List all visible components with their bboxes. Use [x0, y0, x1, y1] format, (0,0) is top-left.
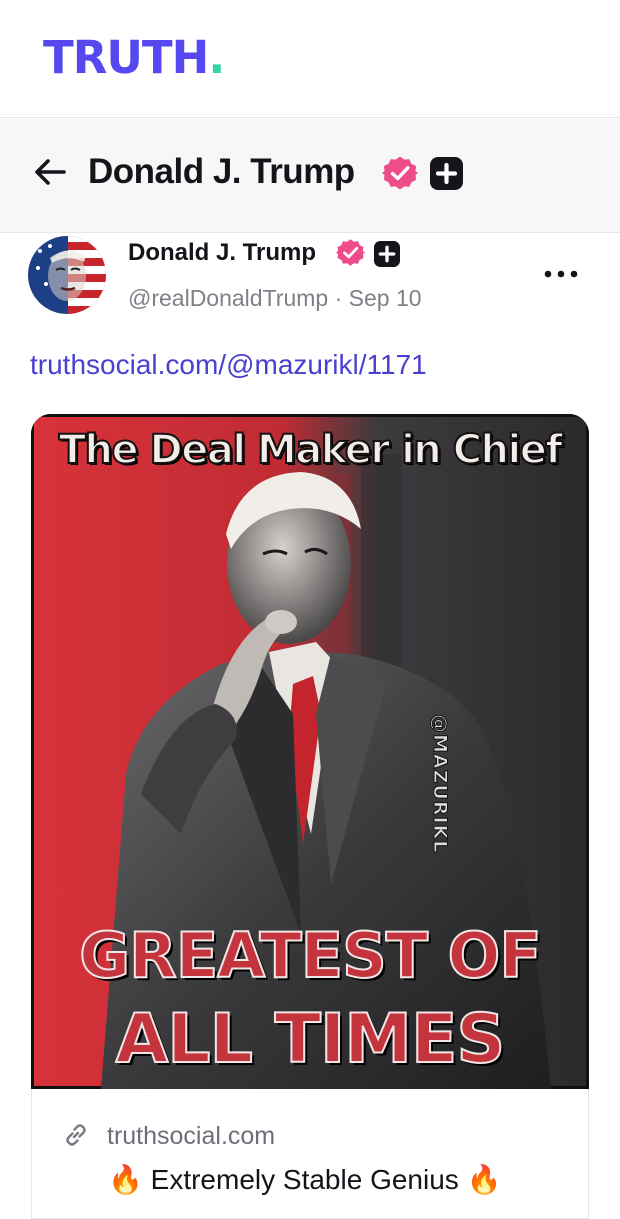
- more-horizontal-icon[interactable]: [541, 264, 581, 284]
- top-brand-bar: TRUTH.: [0, 0, 620, 118]
- image-caption-line-2: ALL TIMES: [115, 1000, 507, 1079]
- logo-dot: .: [208, 31, 225, 84]
- avatar[interactable]: [28, 236, 106, 314]
- truth-logo[interactable]: TRUTH.: [43, 31, 225, 84]
- image-title-text: The Deal Maker in Chief: [58, 426, 564, 474]
- image-caption-line-1: GREATEST OF: [78, 919, 542, 993]
- post-body-link[interactable]: truthsocial.com/@mazurikl/1171: [30, 347, 427, 383]
- truth-plus-icon: [430, 157, 463, 190]
- verified-badge-icon: [382, 156, 418, 190]
- meta-separator: ·: [334, 285, 343, 311]
- logo-text: TRUTH: [43, 31, 209, 84]
- truth-plus-icon: [374, 241, 400, 267]
- post-image[interactable]: The Deal Maker in Chief @MAZURIKL GREATE…: [31, 414, 589, 1089]
- arrow-left-icon[interactable]: [30, 152, 70, 192]
- author-name[interactable]: Donald J. Trump: [128, 238, 316, 268]
- link-icon: [66, 1124, 86, 1146]
- card-title[interactable]: 🔥 Extremely Stable Genius 🔥: [108, 1160, 501, 1200]
- post-date[interactable]: Sep 10: [349, 285, 422, 311]
- card-domain: truthsocial.com: [107, 1122, 276, 1150]
- image-watermark: @MAZURIKL: [429, 714, 452, 854]
- author-meta: @realDonaldTrump · Sep 10: [128, 283, 422, 313]
- verified-badge-icon: [336, 239, 365, 266]
- avatar-image: [28, 236, 106, 314]
- page-title: Donald J. Trump: [88, 152, 355, 191]
- author-handle[interactable]: @realDonaldTrump: [128, 285, 328, 311]
